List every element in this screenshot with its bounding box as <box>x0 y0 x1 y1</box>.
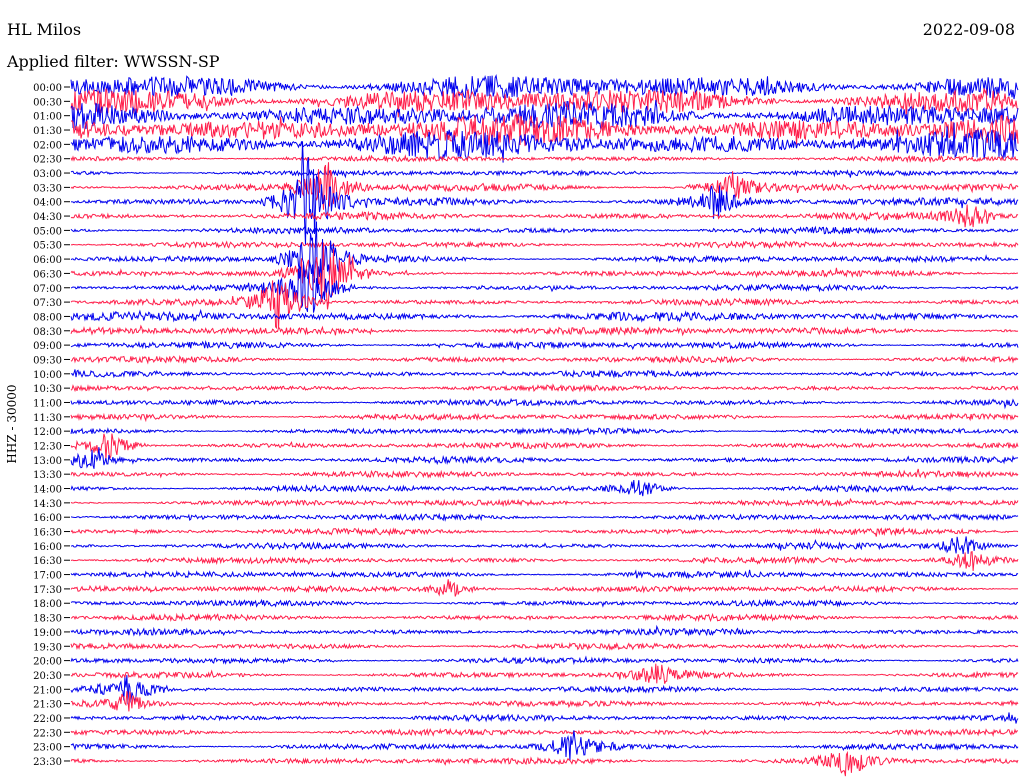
trace-line <box>70 655 1019 666</box>
time-tick-label: 22:30 <box>33 728 62 739</box>
trace-line <box>70 354 1019 365</box>
trace-line <box>70 598 1019 608</box>
time-tick-label: 14:00 <box>33 485 62 496</box>
trace-line <box>70 308 1019 323</box>
trace-line <box>70 397 1019 410</box>
time-tick-label: 23:30 <box>33 757 62 768</box>
time-tick-label: 18:00 <box>33 599 62 610</box>
time-tick-label: 23:00 <box>33 743 62 754</box>
traces-group <box>70 73 1019 777</box>
trace-line <box>70 712 1019 724</box>
time-tick-label: 04:00 <box>33 198 62 209</box>
trace-line <box>70 663 1019 684</box>
time-tick-label: 03:30 <box>33 183 62 194</box>
time-tick-label: 16:30 <box>33 528 62 539</box>
trace-line <box>70 675 1019 705</box>
time-tick-label: 01:00 <box>33 112 62 123</box>
trace-line <box>70 497 1019 508</box>
time-tick-label: 10:30 <box>33 384 62 395</box>
trace-line <box>70 551 1019 571</box>
time-tick-label: 04:30 <box>33 212 62 223</box>
time-tick-label: 03:00 <box>33 169 62 180</box>
time-tick-label: 18:30 <box>33 614 62 625</box>
time-tick-label: 01:30 <box>33 126 62 137</box>
seismogram-plot: 00:00 00:30 01:00 01:30 02:00 02:30 03:00 03:30… <box>33 73 1019 777</box>
filter-label: Applied filter: WWSSN-SP <box>7 52 220 71</box>
trace-line <box>70 225 1019 235</box>
trace-line <box>70 624 1019 637</box>
time-tick-label: 22:00 <box>33 714 62 725</box>
y-axis-label: HHZ - 30000 <box>5 384 19 464</box>
time-tick-label: 21:30 <box>33 700 62 711</box>
trace-line <box>70 750 1019 777</box>
time-tick-label: 06:30 <box>33 269 62 280</box>
trace-line <box>70 730 1019 761</box>
time-ticks-group: 00:00 00:30 01:00 01:30 02:00 02:30 03:00 03:30… <box>33 83 70 768</box>
time-tick-label: 08:30 <box>33 327 62 338</box>
trace-line <box>70 727 1018 738</box>
time-tick-label: 00:00 <box>33 83 62 94</box>
trace-line <box>70 383 1019 393</box>
trace-line <box>70 579 1019 597</box>
time-tick-label: 08:00 <box>33 312 62 323</box>
time-tick-label: 19:00 <box>33 628 62 639</box>
time-tick-label: 02:00 <box>33 140 62 151</box>
trace-line <box>70 691 1019 712</box>
trace-line <box>70 468 1019 480</box>
trace-line <box>70 480 1019 497</box>
time-tick-label: 19:30 <box>33 642 62 653</box>
time-tick-label: 17:30 <box>33 585 62 596</box>
time-tick-label: 11:30 <box>33 413 62 424</box>
trace-line <box>70 168 1019 179</box>
time-tick-label: 14:30 <box>33 499 62 510</box>
time-tick-label: 13:00 <box>33 456 62 467</box>
trace-line <box>70 512 1019 522</box>
trace-line <box>70 569 1019 579</box>
trace-line <box>70 433 1019 461</box>
time-tick-label: 07:30 <box>33 298 62 309</box>
time-tick-label: 16:30 <box>33 556 62 567</box>
time-tick-label: 09:00 <box>33 341 62 352</box>
trace-line <box>70 427 1019 436</box>
trace-line <box>70 242 1018 310</box>
trace-line <box>70 612 1019 623</box>
trace-line <box>70 536 1019 555</box>
time-tick-label: 10:00 <box>33 370 62 381</box>
trace-line <box>70 447 1019 469</box>
time-tick-label: 17:00 <box>33 571 62 582</box>
trace-line <box>70 641 1019 651</box>
time-tick-label: 12:30 <box>33 442 62 453</box>
time-tick-label: 06:00 <box>33 255 62 266</box>
time-tick-label: 20:30 <box>33 671 62 682</box>
time-tick-label: 09:30 <box>33 355 62 366</box>
time-tick-label: 00:30 <box>33 97 62 108</box>
time-tick-label: 16:00 <box>33 542 62 553</box>
time-tick-label: 12:00 <box>33 427 62 438</box>
time-tick-label: 16:00 <box>33 513 62 524</box>
time-tick-label: 07:00 <box>33 284 62 295</box>
trace-line <box>70 526 1019 537</box>
time-tick-label: 05:30 <box>33 241 62 252</box>
time-tick-label: 02:30 <box>33 155 62 166</box>
trace-line <box>70 324 1019 337</box>
trace-line <box>70 154 1019 164</box>
trace-line <box>70 412 1019 423</box>
trace-line <box>70 240 1019 250</box>
time-tick-label: 11:00 <box>33 398 62 409</box>
trace-line <box>70 369 1019 379</box>
trace-line <box>70 340 1019 351</box>
trace-line <box>70 204 1019 228</box>
time-tick-label: 21:00 <box>33 685 62 696</box>
time-tick-label: 05:00 <box>33 226 62 237</box>
time-tick-label: 13:30 <box>33 470 62 481</box>
time-tick-label: 20:00 <box>33 657 62 668</box>
